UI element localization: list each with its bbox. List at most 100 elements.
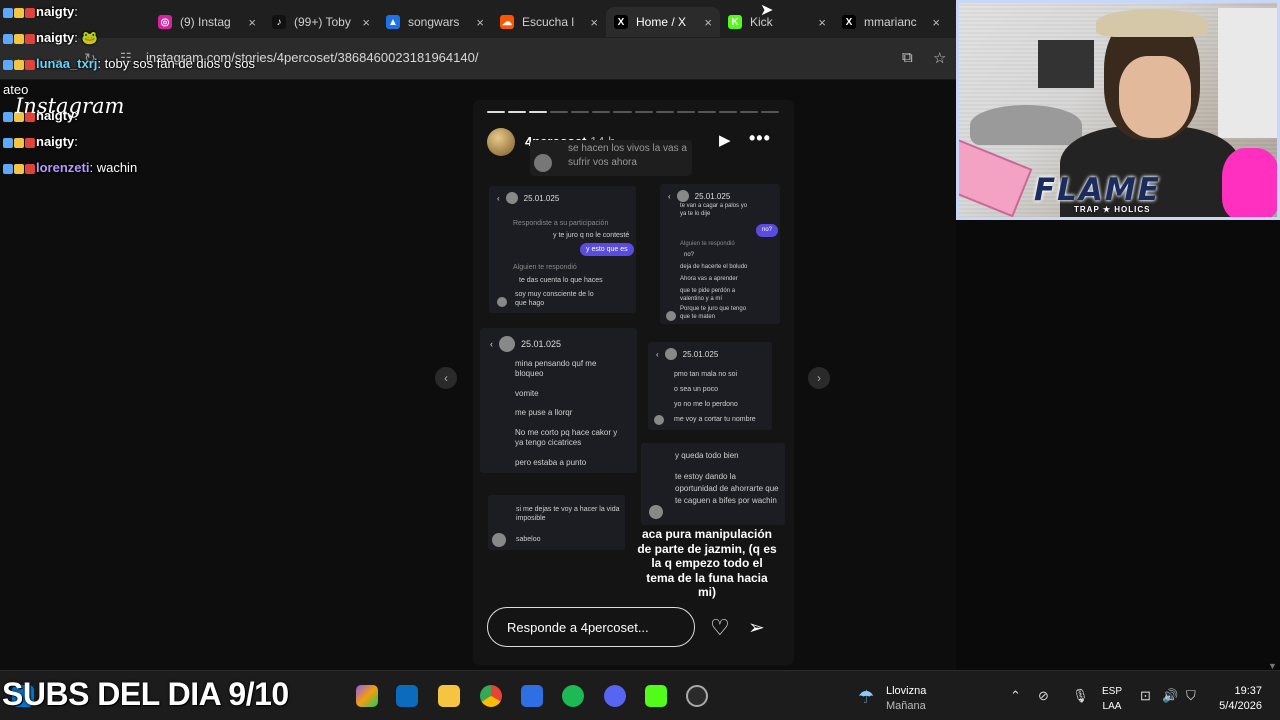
language-indicator[interactable]: ESP LAA bbox=[1102, 684, 1122, 714]
note-text: se hacen los vivos la vas a sufrir vos a… bbox=[568, 143, 687, 168]
network-icon[interactable]: ⊡ bbox=[1140, 688, 1151, 704]
chat-badge-icon bbox=[25, 163, 35, 174]
webcam-person-face bbox=[1119, 56, 1191, 138]
browser-tab[interactable]: ◎ (9) Instag × bbox=[150, 7, 264, 37]
chat-message: naigty: 🐸 bbox=[3, 30, 98, 46]
tab-title: mmarianc bbox=[864, 15, 917, 29]
close-tab-icon[interactable]: × bbox=[704, 15, 712, 30]
card-date: 25.01.025 bbox=[694, 191, 731, 201]
chat-badge-icon bbox=[3, 33, 13, 44]
chat-badge-icon bbox=[3, 111, 13, 122]
microphone-icon[interactable]: 🎙 bbox=[1072, 688, 1089, 704]
progress-segment bbox=[613, 111, 632, 113]
chat-separator: : bbox=[74, 4, 78, 19]
play-icon[interactable]: ▶ bbox=[719, 131, 731, 149]
message: y te juro q no le contesté bbox=[553, 232, 630, 239]
more-options-icon[interactable]: ••• bbox=[749, 128, 771, 149]
copilot-icon[interactable] bbox=[356, 685, 378, 707]
browser-tab[interactable]: X Home / X × bbox=[606, 7, 720, 37]
chat-badge-icon bbox=[25, 7, 35, 18]
chat-badge-icon bbox=[25, 59, 35, 70]
browser-tab[interactable]: ☁ Escucha l × bbox=[492, 7, 606, 37]
message: y queda todo bien bbox=[675, 451, 739, 460]
message: Ahora vas a aprender bbox=[680, 276, 738, 282]
card-header: ‹ 25.01.025 bbox=[668, 190, 730, 202]
close-tab-icon[interactable]: × bbox=[248, 15, 256, 30]
like-heart-icon[interactable]: ♡ bbox=[710, 615, 730, 641]
card-date: 25.01.025 bbox=[521, 339, 562, 349]
chat-separator: : bbox=[74, 30, 82, 45]
chrome-icon[interactable] bbox=[480, 685, 502, 707]
message: si me dejas te voy a hacer la vida impos… bbox=[516, 506, 620, 522]
battery-icon[interactable]: ⛉ bbox=[1186, 688, 1196, 704]
progress-segment bbox=[718, 111, 737, 113]
browser-tab[interactable]: Xmmarianc × bbox=[834, 7, 948, 37]
message: no? bbox=[684, 252, 695, 258]
drive-icon: ▲ bbox=[386, 15, 400, 29]
chat-badge-icon bbox=[3, 59, 13, 70]
spotify-icon[interactable] bbox=[562, 685, 584, 707]
store-icon[interactable] bbox=[521, 685, 543, 707]
progress-segment bbox=[697, 111, 716, 113]
browser-tab[interactable]: K Kick × bbox=[720, 7, 834, 37]
message: sabeloo bbox=[516, 536, 541, 543]
card-date: 25.01.025 bbox=[523, 193, 560, 203]
next-story-button[interactable]: › bbox=[808, 367, 830, 389]
chat-text: wachin bbox=[96, 160, 138, 175]
weather-subtitle: Mañana bbox=[886, 700, 926, 712]
volume-icon[interactable]: 🔊 bbox=[1162, 688, 1178, 704]
chat-username[interactable]: naigty bbox=[36, 134, 74, 149]
chat-username[interactable]: lunaa_txrj bbox=[36, 56, 97, 71]
chat-badge-icon bbox=[3, 163, 13, 174]
chat-username[interactable]: lorenzeti bbox=[36, 160, 89, 175]
kick-icon[interactable] bbox=[645, 685, 667, 707]
reply-input[interactable]: Responde a 4percoset... bbox=[487, 607, 695, 647]
obs-icon[interactable] bbox=[686, 685, 708, 707]
system-clock[interactable]: 19:37 5/4/2026 bbox=[1208, 684, 1262, 714]
back-chevron-icon: ‹ bbox=[668, 191, 671, 201]
shield-off-icon[interactable]: ⊘ bbox=[1038, 688, 1049, 704]
outlook-icon[interactable] bbox=[396, 685, 418, 707]
avatar[interactable] bbox=[487, 128, 515, 156]
progress-segment bbox=[634, 111, 653, 113]
avatar bbox=[649, 505, 663, 519]
close-tab-icon[interactable]: × bbox=[932, 15, 940, 30]
install-app-icon[interactable]: ⧉ bbox=[902, 49, 913, 66]
browser-tab[interactable]: ▲ songwars × bbox=[378, 7, 492, 37]
browser-tab[interactable]: ♪ (99+) Toby × bbox=[264, 7, 378, 37]
send-icon[interactable]: ➢ bbox=[748, 615, 765, 640]
discord-icon[interactable] bbox=[604, 685, 626, 707]
chat-username[interactable]: naigty bbox=[36, 4, 74, 19]
language-code: ESP bbox=[1102, 686, 1123, 697]
bookmark-star-icon[interactable]: ☆ bbox=[933, 49, 946, 67]
progress-segment bbox=[550, 111, 569, 113]
chat-message: naigty: bbox=[3, 4, 78, 19]
dm-screenshot-card: ‹ 25.01.025 Respondiste a su participació… bbox=[489, 186, 636, 313]
tab-title: Home / X bbox=[636, 15, 687, 29]
message: o sea un poco bbox=[674, 386, 718, 393]
close-tab-icon[interactable]: × bbox=[362, 15, 370, 30]
avatar bbox=[664, 348, 677, 360]
avatar bbox=[534, 154, 552, 172]
weather-widget[interactable]: Llovizna Mañana bbox=[886, 684, 926, 714]
weather-rain-icon[interactable]: ☂ bbox=[858, 687, 874, 708]
x-icon: X bbox=[842, 15, 856, 29]
dm-screenshot-card: si me dejas te voy a hacer la vida impos… bbox=[488, 495, 625, 550]
back-chevron-icon: ‹ bbox=[656, 349, 659, 359]
story-progress-bar bbox=[487, 111, 780, 114]
chat-message: naigty: bbox=[3, 134, 78, 149]
chat-username[interactable]: naigty bbox=[36, 30, 74, 45]
message: Respondiste a su participación bbox=[513, 220, 609, 227]
chevron-up-icon[interactable]: ⌃ bbox=[1010, 688, 1021, 704]
close-tab-icon[interactable]: × bbox=[476, 15, 484, 30]
message-bubble: no? bbox=[756, 224, 779, 237]
close-tab-icon[interactable]: × bbox=[590, 15, 598, 30]
chat-badge-icon bbox=[3, 137, 13, 148]
webcam-feed: FLAME TRAP ★ HOLICS bbox=[956, 0, 1280, 220]
file-explorer-icon[interactable] bbox=[438, 685, 460, 707]
close-tab-icon[interactable]: × bbox=[818, 15, 826, 30]
previous-story-button[interactable]: ‹ bbox=[435, 367, 457, 389]
avatar bbox=[492, 533, 506, 547]
dm-screenshot-card: ‹ 25.01.025 mina pensando quf me bloqueo … bbox=[480, 328, 637, 473]
soundcloud-icon: ☁ bbox=[500, 15, 514, 29]
